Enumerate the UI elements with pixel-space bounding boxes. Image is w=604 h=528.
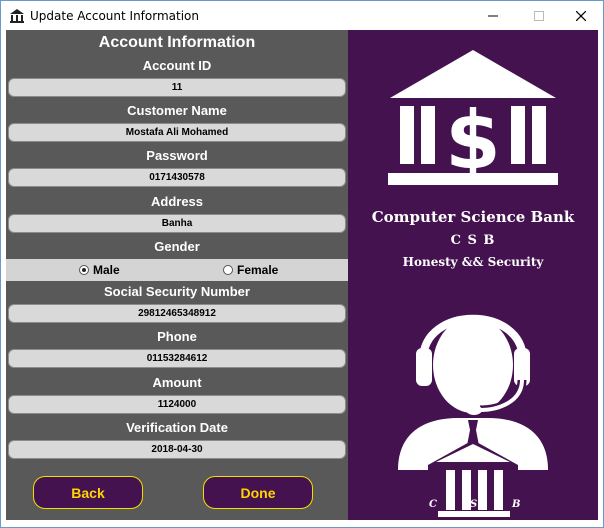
- amount-label: Amount: [152, 375, 202, 390]
- gender-female-radio[interactable]: Female: [223, 263, 278, 277]
- bank-name: Computer Science Bank: [371, 208, 575, 226]
- bank-tagline: Honesty && Security: [402, 255, 544, 269]
- customer-name-label: Customer Name: [127, 103, 227, 118]
- done-button[interactable]: Done: [203, 476, 313, 509]
- amount-field[interactable]: [8, 395, 346, 414]
- title-bar: Update Account Information: [1, 1, 603, 31]
- close-button[interactable]: [559, 1, 603, 31]
- ssn-label: Social Security Number: [104, 284, 250, 299]
- gender-label: Gender: [154, 239, 200, 254]
- address-label: Address: [150, 194, 204, 209]
- verification-date-field[interactable]: [8, 440, 346, 459]
- emblem-letters: C S B: [348, 499, 598, 515]
- bank-dollar-logo-icon: $: [388, 50, 558, 187]
- emblem-letter-c: C: [429, 499, 437, 510]
- emblem-letter-s: S: [470, 499, 478, 510]
- gender-radio-group: Male Female: [6, 259, 348, 281]
- radio-unselected-icon: [223, 265, 233, 275]
- support-agent-icon: [398, 314, 548, 520]
- gender-male-label: Male: [93, 263, 120, 277]
- brand-panel: $ Computer Science Bank C S B Honesty &&…: [348, 30, 598, 520]
- minimize-icon: [488, 15, 498, 17]
- phone-field[interactable]: [8, 349, 346, 368]
- account-id-field[interactable]: [8, 78, 346, 97]
- maximize-icon: [534, 11, 544, 21]
- password-field[interactable]: [8, 168, 346, 187]
- close-icon: [576, 11, 586, 21]
- maximize-button[interactable]: [517, 1, 561, 31]
- gender-male-radio[interactable]: Male: [79, 263, 120, 277]
- emblem-letter-b: B: [512, 499, 521, 510]
- account-form-panel: Account Information Account ID Customer …: [6, 30, 348, 520]
- phone-label: Phone: [157, 329, 197, 344]
- customer-name-field[interactable]: [8, 123, 346, 142]
- bank-abbreviation: C S B: [450, 233, 496, 248]
- account-id-label: Account ID: [142, 58, 212, 73]
- verification-date-label: Verification Date: [126, 420, 228, 435]
- password-label: Password: [146, 148, 208, 163]
- window-title: Update Account Information: [30, 9, 200, 23]
- gender-female-label: Female: [237, 263, 279, 277]
- address-field[interactable]: [8, 214, 346, 233]
- minimize-button[interactable]: [471, 1, 515, 31]
- ssn-field[interactable]: [8, 304, 346, 323]
- bank-app-icon: [10, 9, 24, 23]
- radio-selected-icon: [79, 265, 89, 275]
- form-heading: Account Information: [98, 34, 256, 51]
- back-button[interactable]: Back: [33, 476, 143, 509]
